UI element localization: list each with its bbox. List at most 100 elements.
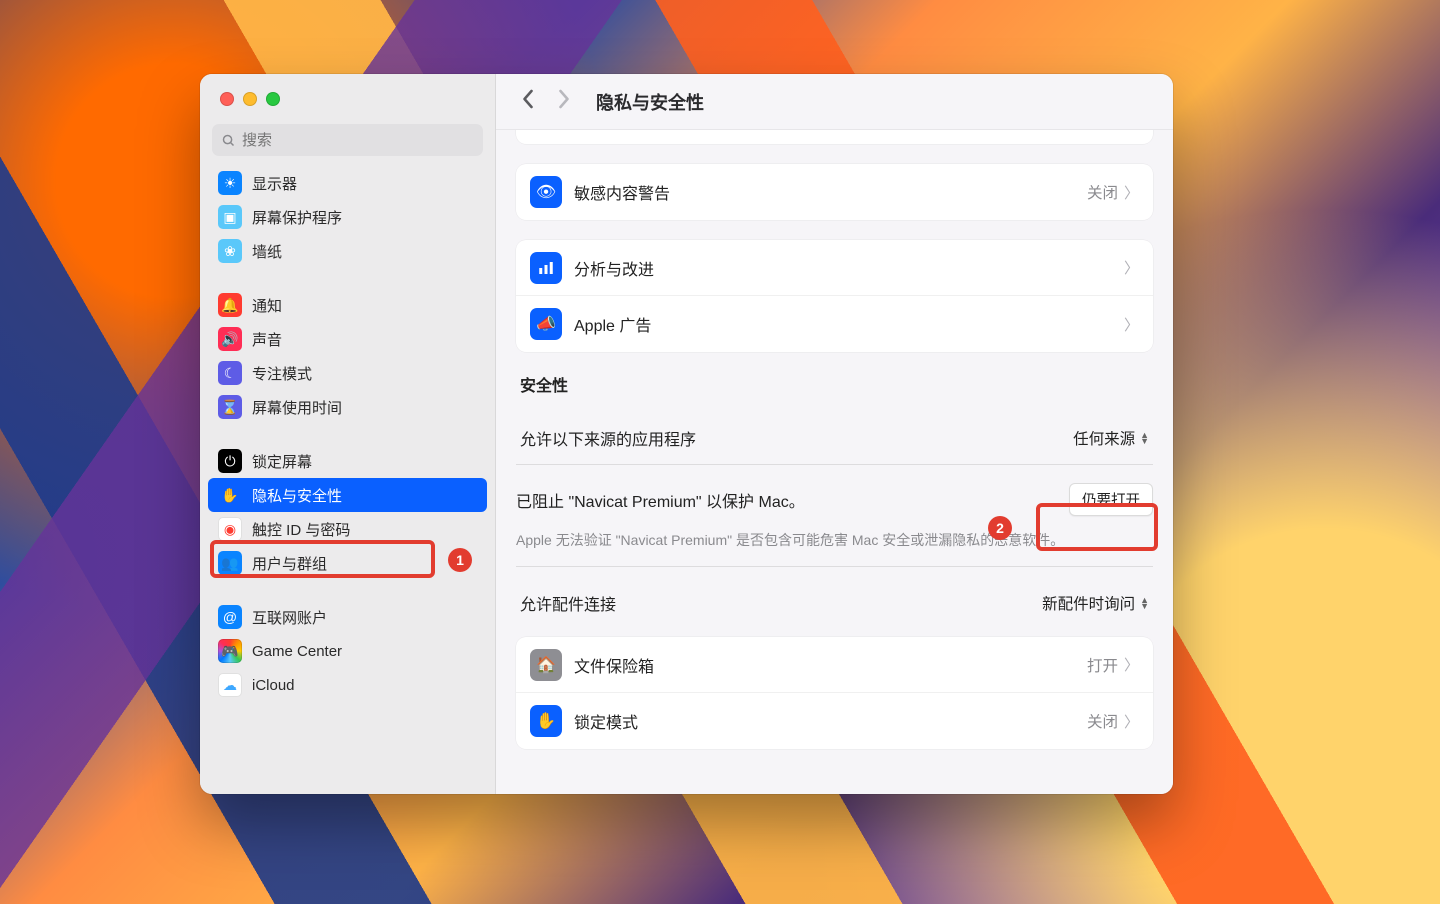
open-anyway-button[interactable]: 仍要打开 [1069, 483, 1153, 516]
group-filevault-lockdown: 🏠 文件保险箱 打开 〉 ✋ 锁定模式 关闭 〉 [516, 637, 1153, 749]
sidebar-item-2[interactable]: ❀ 墙纸 [208, 234, 487, 268]
sidebar-item-icon: ☾ [218, 361, 242, 385]
sidebar-gap [208, 268, 487, 288]
allow-accessories-popup[interactable]: 新配件时询问 ▲▼ [1042, 592, 1149, 614]
nav-forward-button[interactable] [553, 86, 574, 118]
minimize-window-button[interactable] [243, 92, 257, 106]
sidebar-item-icon: ☁ [218, 673, 242, 697]
sidebar-item-icon: 🔔 [218, 293, 242, 317]
security-section-header: 安全性 [520, 372, 1149, 396]
sidebar-item-4[interactable]: 🔊声音 [208, 322, 487, 356]
row-value: 关闭 [1087, 710, 1118, 732]
blocked-app-hint: Apple 无法验证 "Navicat Premium" 是否包含可能危害 Ma… [516, 530, 1153, 550]
row-value: 关闭 [1087, 181, 1118, 203]
row-apple-ads[interactable]: 📣 Apple 广告 〉 [516, 296, 1153, 352]
allow-apps-from-label: 允许以下来源的应用程序 [520, 426, 696, 450]
eye-icon: 👁 [530, 176, 562, 208]
sidebar-item-10[interactable]: 👥 用户与群组 [208, 546, 487, 580]
sidebar-item-icon: @ [218, 605, 242, 629]
sidebar-item-icon: ☀ [218, 171, 242, 195]
sidebar-item-icon: ⏻ [218, 449, 242, 473]
chart-icon [530, 252, 562, 284]
chevron-right-icon [557, 89, 570, 109]
sidebar-item-13[interactable]: ☁ iCloud [208, 668, 487, 702]
content-scroll[interactable]: 👁 敏感内容警告 关闭 〉 分析与改进 〉 📣 Apple 广告 [496, 130, 1173, 794]
sidebar-list: ☀ 显示器 ▣ 屏幕保护程序 ❀ 墙纸 🔔 通知 🔊声音 ☾ 专注模式 ⌛ 屏幕使用时间 ⏻ 锁定屏幕 ✋隐私… [200, 166, 495, 794]
sidebar-item-label: 声音 [252, 329, 282, 350]
row-label: 锁定模式 [574, 709, 1087, 733]
sidebar-item-label: Game Center [252, 643, 342, 660]
sidebar-item-label: iCloud [252, 677, 295, 694]
popup-updown-icon: ▲▼ [1140, 597, 1149, 609]
sidebar-item-0[interactable]: ☀ 显示器 [208, 166, 487, 200]
allow-accessories-row: 允许配件连接 新配件时询问 ▲▼ [516, 567, 1153, 635]
sidebar-item-icon: ◉ [218, 517, 242, 541]
row-label: Apple 广告 [574, 312, 1124, 336]
popup-value: 任何来源 [1073, 427, 1135, 449]
close-window-button[interactable] [220, 92, 234, 106]
sidebar-item-12[interactable]: 🎮Game Center [208, 634, 487, 668]
previous-group-peek [516, 130, 1153, 144]
window-traffic-lights [200, 74, 495, 116]
house-icon: 🏠 [530, 649, 562, 681]
row-label: 文件保险箱 [574, 653, 1087, 677]
sidebar-item-5[interactable]: ☾ 专注模式 [208, 356, 487, 390]
group-sensitive-content: 👁 敏感内容警告 关闭 〉 [516, 164, 1153, 220]
chevron-right-icon: 〉 [1124, 257, 1139, 278]
blocked-app-label: 已阻止 "Navicat Premium" 以保护 Mac。 [516, 488, 805, 512]
sidebar-item-9[interactable]: ◉ 触控 ID 与密码 [208, 512, 487, 546]
zoom-window-button[interactable] [266, 92, 280, 106]
row-filevault[interactable]: 🏠 文件保险箱 打开 〉 [516, 637, 1153, 693]
sidebar-item-icon: ❀ [218, 239, 242, 263]
allow-apps-from-popup[interactable]: 任何来源 ▲▼ [1073, 427, 1149, 449]
sidebar-item-8[interactable]: ✋隐私与安全性 [208, 478, 487, 512]
blocked-app-block: 已阻止 "Navicat Premium" 以保护 Mac。 仍要打开 Appl… [516, 467, 1153, 567]
nav-back-button[interactable] [518, 86, 539, 118]
sidebar-item-icon: ▣ [218, 205, 242, 229]
sidebar-item-11[interactable]: @ 互联网账户 [208, 600, 487, 634]
sidebar-item-label: 墙纸 [252, 241, 282, 262]
row-lockdown[interactable]: ✋ 锁定模式 关闭 〉 [516, 693, 1153, 749]
popup-updown-icon: ▲▼ [1140, 432, 1149, 444]
sidebar-item-icon: ✋ [218, 483, 242, 507]
allow-apps-from-row: 允许以下来源的应用程序 任何来源 ▲▼ [516, 402, 1153, 465]
sidebar-gap [208, 424, 487, 444]
sidebar: ☀ 显示器 ▣ 屏幕保护程序 ❀ 墙纸 🔔 通知 🔊声音 ☾ 专注模式 ⌛ 屏幕使用时间 ⏻ 锁定屏幕 ✋隐私… [200, 74, 496, 794]
group-analytics-ads: 分析与改进 〉 📣 Apple 广告 〉 [516, 240, 1153, 352]
search-field[interactable] [212, 124, 483, 156]
row-label: 敏感内容警告 [574, 180, 1087, 204]
chevron-left-icon [522, 89, 535, 109]
sidebar-item-icon: ⌛ [218, 395, 242, 419]
sidebar-gap [208, 580, 487, 600]
sidebar-item-label: 用户与群组 [252, 553, 327, 574]
chevron-right-icon: 〉 [1124, 654, 1139, 675]
hand-raised-icon: ✋ [530, 705, 562, 737]
row-value: 打开 [1087, 654, 1118, 676]
sidebar-item-label: 通知 [252, 295, 282, 316]
sidebar-item-1[interactable]: ▣ 屏幕保护程序 [208, 200, 487, 234]
megaphone-icon: 📣 [530, 308, 562, 340]
sidebar-item-label: 互联网账户 [252, 607, 327, 628]
sidebar-item-label: 触控 ID 与密码 [252, 519, 350, 540]
search-input[interactable] [242, 132, 474, 149]
sidebar-item-label: 屏幕使用时间 [252, 397, 342, 418]
chevron-right-icon: 〉 [1124, 314, 1139, 335]
sidebar-item-icon: 👥 [218, 551, 242, 575]
sidebar-item-3[interactable]: 🔔 通知 [208, 288, 487, 322]
allow-accessories-label: 允许配件连接 [520, 591, 616, 615]
content-topbar: 隐私与安全性 [496, 74, 1173, 130]
search-icon [221, 133, 236, 148]
row-label: 分析与改进 [574, 256, 1124, 280]
sidebar-item-label: 屏幕保护程序 [252, 207, 342, 228]
row-sensitive-content[interactable]: 👁 敏感内容警告 关闭 〉 [516, 164, 1153, 220]
chevron-right-icon: 〉 [1124, 711, 1139, 732]
sidebar-item-label: 专注模式 [252, 363, 312, 384]
sidebar-item-6[interactable]: ⌛ 屏幕使用时间 [208, 390, 487, 424]
content-pane: 隐私与安全性 👁 敏感内容警告 关闭 〉 分析与 [496, 74, 1173, 794]
sidebar-item-7[interactable]: ⏻ 锁定屏幕 [208, 444, 487, 478]
sidebar-item-label: 锁定屏幕 [252, 451, 312, 472]
system-settings-window: ☀显示器▣屏幕保护程序❀墙纸🔔通知🔊声音☾专注模式⌛屏幕使用时间⏻锁定屏幕✋隐私… [200, 74, 1173, 794]
row-analytics[interactable]: 分析与改进 〉 [516, 240, 1153, 296]
sidebar-item-label: 显示器 [252, 173, 297, 194]
popup-value: 新配件时询问 [1042, 592, 1135, 614]
